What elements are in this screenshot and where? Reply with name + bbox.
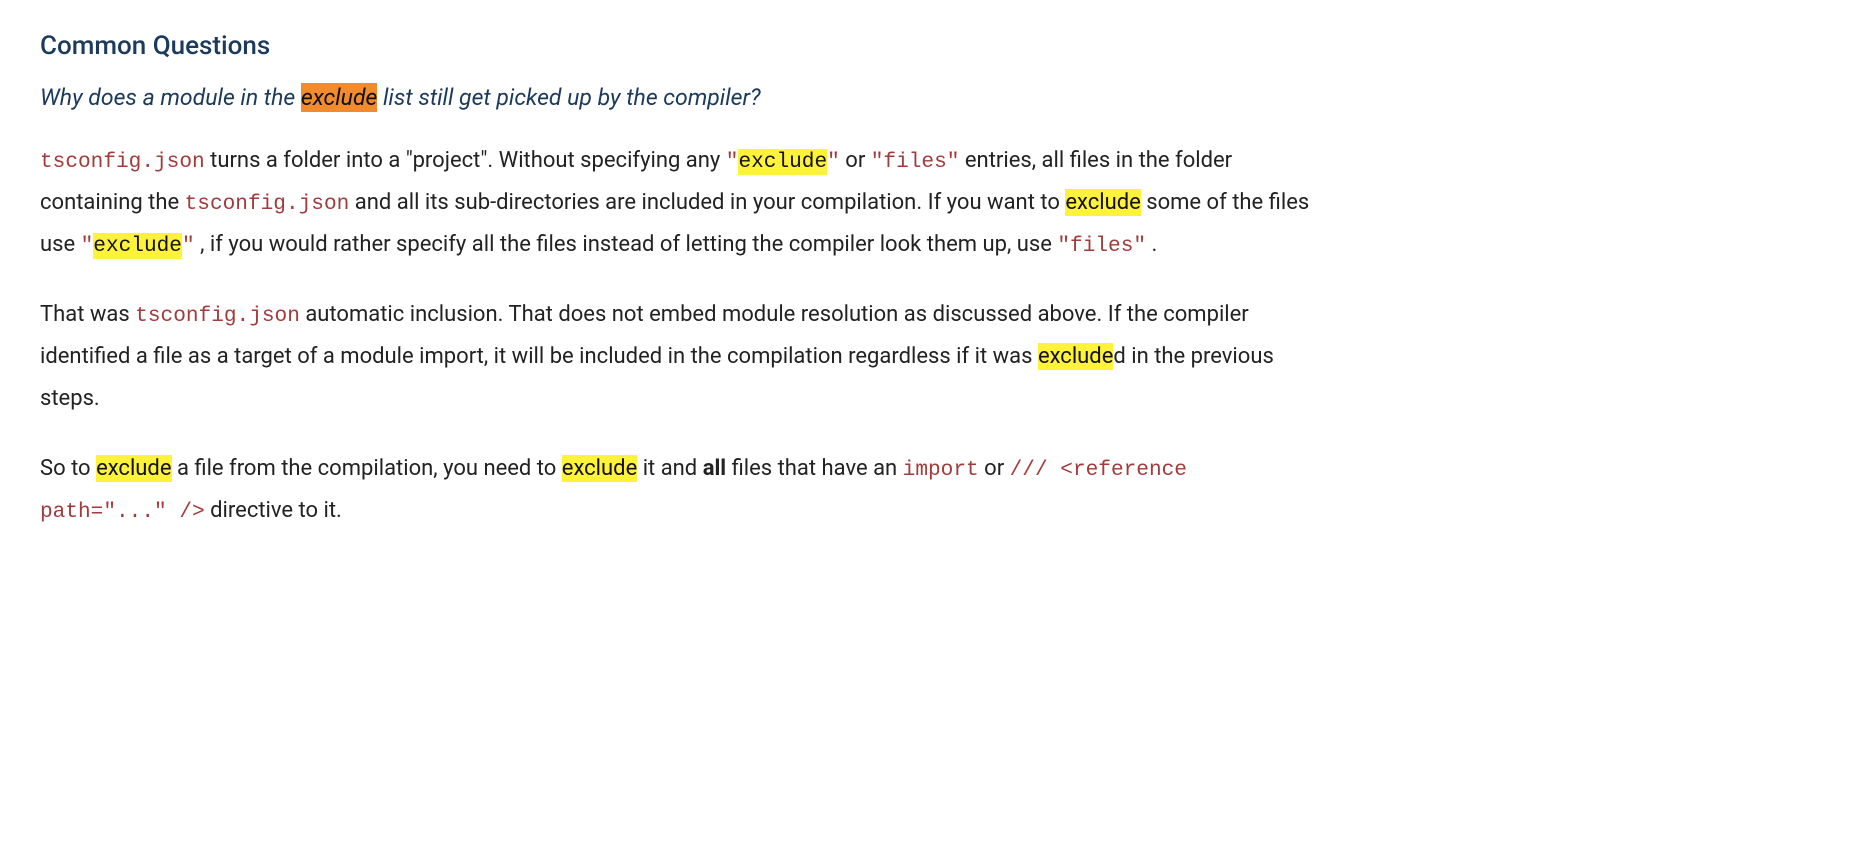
question-text-post: list still get picked up by the compiler… — [377, 84, 760, 111]
text: directive to it. — [205, 498, 342, 523]
search-hit: exclude — [738, 149, 827, 175]
text: files that have an — [726, 456, 903, 481]
code-files-key: "files" — [1057, 234, 1146, 258]
bold-all: all — [703, 456, 726, 481]
question-text-pre: Why does a module in the — [40, 84, 301, 111]
text: That was — [40, 302, 135, 327]
text: and all its sub-directories are included… — [349, 190, 1065, 215]
code-tsconfig: tsconfig.json — [185, 192, 350, 216]
search-hit-current: exclude — [301, 83, 377, 112]
quote-close: " — [827, 150, 840, 174]
text: So to — [40, 456, 96, 481]
text: turns a folder into a "project". Without… — [205, 148, 726, 173]
text: . — [1146, 232, 1157, 257]
text: or — [979, 456, 1010, 481]
code-files-key: "files" — [871, 150, 960, 174]
paragraph-1: tsconfig.json turns a folder into a "pro… — [40, 140, 1320, 266]
search-hit: exclude — [1038, 343, 1113, 370]
text: it and — [637, 456, 702, 481]
section-heading: Common Questions — [40, 30, 1320, 64]
code-tsconfig: tsconfig.json — [40, 150, 205, 174]
text: , if you would rather specify all the fi… — [195, 232, 1058, 257]
code-exclude-key: "exclude" — [726, 149, 840, 175]
search-hit: exclude — [93, 233, 182, 259]
quote-close: " — [182, 234, 195, 258]
paragraph-3: So to exclude a file from the compilatio… — [40, 448, 1320, 532]
question-heading: Why does a module in the exclude list st… — [40, 82, 1320, 114]
quote-open: " — [81, 234, 94, 258]
search-hit: exclude — [562, 455, 637, 482]
paragraph-2: That was tsconfig.json automatic inclusi… — [40, 294, 1320, 420]
text: or — [840, 148, 871, 173]
search-hit: exclude — [1065, 189, 1140, 216]
search-hit: exclude — [96, 455, 171, 482]
code-import: import — [903, 458, 979, 482]
text: a file from the compilation, you need to — [172, 456, 562, 481]
code-tsconfig: tsconfig.json — [135, 304, 300, 328]
quote-open: " — [726, 150, 739, 174]
code-exclude-key: "exclude" — [81, 233, 195, 259]
